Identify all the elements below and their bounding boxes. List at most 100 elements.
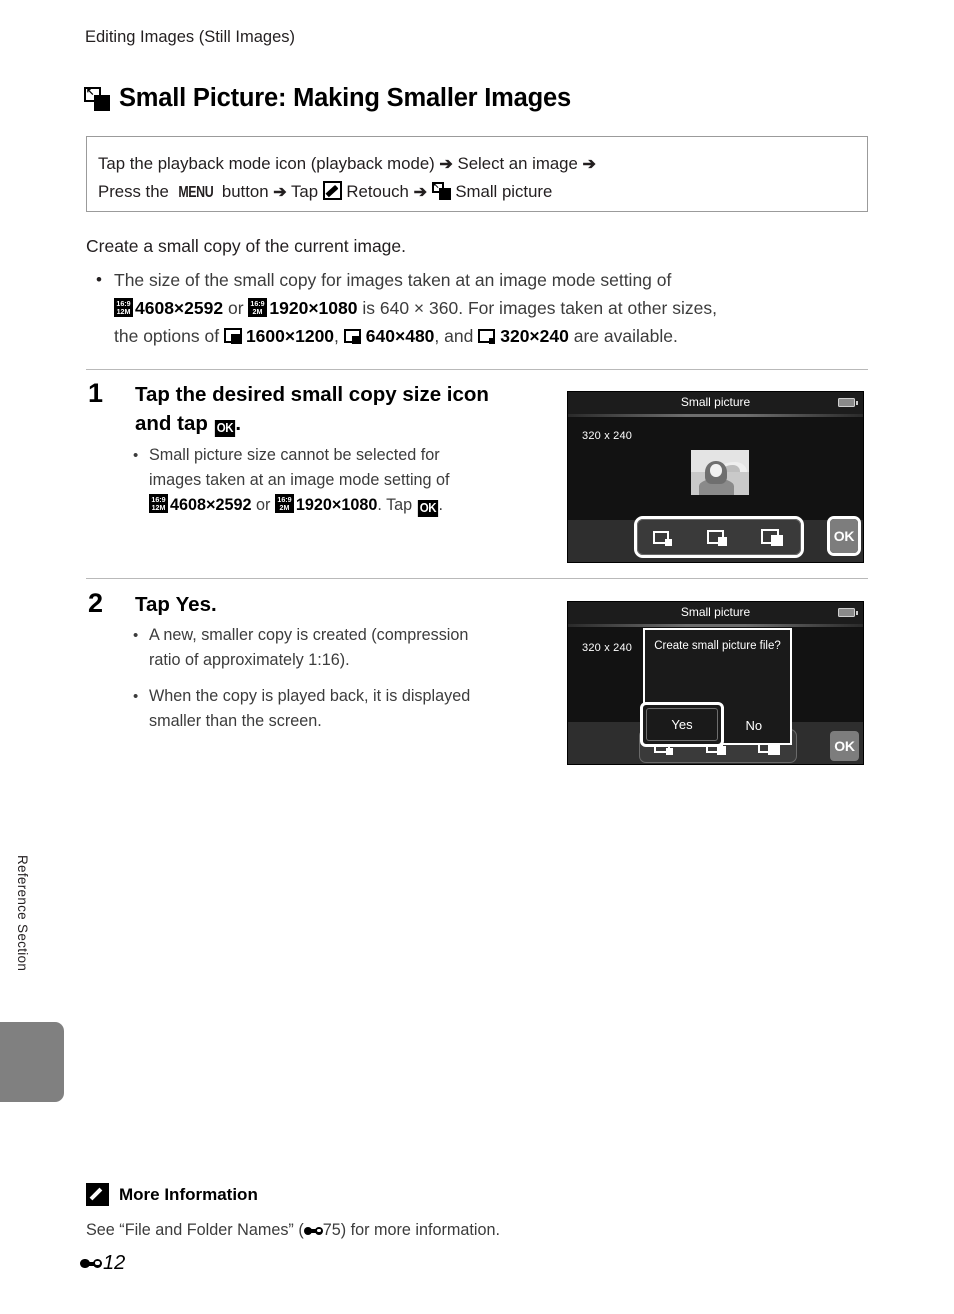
- more-information-text: See “File and Folder Names” ( 75) for mor…: [86, 1221, 500, 1240]
- reference-barbell-icon: [303, 1225, 323, 1236]
- intro-text: or: [227, 298, 244, 318]
- size-large-icon: [223, 327, 245, 345]
- step-heading-text: Tap the desired small copy size icon: [135, 383, 489, 406]
- procedure-text: Tap: [290, 182, 319, 201]
- more-information-text-part: See “File and Folder Names” (: [86, 1221, 304, 1239]
- battery-icon: [838, 398, 858, 407]
- dialog-message: Create small picture file?: [654, 640, 781, 652]
- badge-bottom: 12M: [151, 502, 166, 512]
- procedure-line-1: Tap the playback mode icon (playback mod…: [98, 150, 867, 178]
- camera-screen-size-select: Small picture 320 x 240 OK: [567, 391, 864, 563]
- bullet-dot: •: [133, 688, 139, 705]
- image-mode-badge-2m: 16:9 2M: [274, 494, 294, 513]
- retouch-pencil-icon: [322, 181, 342, 200]
- ok-button[interactable]: OK: [830, 731, 859, 761]
- image-size-value: 1920×1080: [295, 496, 378, 514]
- ok-button-label: OK: [830, 519, 858, 553]
- size-medium-icon: [343, 327, 365, 345]
- bullet-text: images taken at an image mode setting of: [149, 471, 450, 489]
- more-information-heading: More Information: [86, 1183, 258, 1206]
- list-item-body: Small picture size cannot be selected fo…: [149, 443, 450, 518]
- intro-bullet: • The size of the small copy for images …: [96, 266, 876, 350]
- divider: [86, 578, 868, 579]
- bullet-dot: •: [133, 447, 139, 464]
- procedure-text: Small picture: [455, 182, 553, 201]
- procedure-text: Select an image: [457, 154, 578, 173]
- badge-bottom: 2M: [252, 306, 263, 316]
- camera-screen-confirm-dialog: Small picture 320 x 240 OK Create small …: [567, 601, 864, 765]
- more-information-text-part: ) for more information.: [340, 1221, 500, 1239]
- bullet-text: .: [438, 496, 443, 514]
- screen-dimensions-label: 320 x 240: [582, 430, 633, 442]
- size-option-value: 1600×1200: [245, 326, 335, 346]
- bullet-text: Small picture size cannot be selected fo…: [149, 446, 440, 464]
- bullet-text: . Tap: [377, 496, 413, 514]
- intro-text: are available.: [573, 326, 678, 346]
- procedure-text: Retouch: [346, 182, 409, 201]
- size-large-icon[interactable]: [761, 527, 785, 547]
- bullet-text: smaller than the screen.: [149, 712, 322, 730]
- step-number: 1: [88, 378, 104, 408]
- procedure-text: button: [221, 182, 269, 201]
- procedure-text: Press the: [98, 182, 169, 201]
- reference-page-number: 75: [322, 1221, 341, 1239]
- intro-bullet-body: The size of the small copy for images ta…: [114, 266, 717, 350]
- size-option-value: 320×240: [500, 326, 569, 346]
- image-mode-badge-12m: 16:9 12M: [149, 494, 168, 513]
- running-head: Editing Images (Still Images): [85, 28, 295, 46]
- image-size-value: 4608×2592: [170, 496, 252, 514]
- ok-button[interactable]: OK: [827, 516, 861, 556]
- size-option-bar[interactable]: [634, 516, 804, 558]
- pencil-icon: [86, 1183, 109, 1206]
- intro-lead: Create a small copy of the current image…: [86, 236, 407, 256]
- procedure-box: Tap the playback mode icon (playback mod…: [86, 136, 868, 212]
- screen-title: Small picture: [680, 395, 751, 409]
- bullet-text: A new, smaller copy is created (compress…: [149, 626, 469, 644]
- badge-bottom: 12M: [116, 306, 131, 316]
- menu-button-label: MENU: [177, 184, 213, 201]
- image-thumbnail: [691, 450, 749, 495]
- step-heading-text: .: [235, 412, 242, 435]
- intro-text: is 640 × 360. For images taken at other …: [362, 298, 717, 318]
- reference-barbell-icon: [80, 1257, 102, 1270]
- battery-icon: [838, 608, 858, 617]
- step-bullets: • A new, smaller copy is created (compre…: [133, 623, 543, 735]
- arrow-icon: ➔: [582, 156, 596, 173]
- ok-glyph: OK: [417, 500, 438, 517]
- list-item-body: When the copy is played back, it is disp…: [149, 684, 470, 734]
- page-folio: 12: [80, 1252, 125, 1275]
- bullet-text: ratio of approximately 1:16).: [149, 651, 350, 669]
- bullet-dot: •: [96, 270, 102, 289]
- small-picture-icon: ↖: [431, 182, 451, 200]
- list-item: • When the copy is played back, it is di…: [133, 684, 543, 734]
- screen-separator: [568, 624, 863, 627]
- step-bullets: • Small picture size cannot be selected …: [133, 443, 533, 519]
- bullet-text: When the copy is played back, it is disp…: [149, 687, 471, 705]
- bullet-dot: •: [133, 627, 139, 644]
- procedure-text: Tap the playback mode icon (playback mod…: [98, 154, 435, 173]
- arrow-icon: ➔: [413, 184, 427, 201]
- screen-title: Small picture: [680, 605, 751, 619]
- page-title-label: Small Picture: Making Smaller Images: [119, 84, 571, 112]
- image-mode-badge-12m: 16:9 12M: [114, 298, 133, 317]
- ok-glyph: OK: [214, 420, 235, 437]
- ok-button-label: OK: [830, 731, 859, 761]
- dialog-yes-button[interactable]: Yes: [640, 702, 724, 747]
- list-item: • Small picture size cannot be selected …: [133, 443, 533, 518]
- dialog-no-button[interactable]: No: [718, 707, 791, 743]
- size-small-icon[interactable]: [653, 527, 677, 547]
- page-number: 12: [103, 1252, 126, 1274]
- badge-bottom: 2M: [279, 502, 290, 512]
- small-picture-icon: ↖: [84, 86, 110, 111]
- more-information-title: More Information: [119, 1184, 258, 1204]
- list-item-body: A new, smaller copy is created (compress…: [149, 623, 468, 673]
- screen-separator: [568, 414, 863, 417]
- size-medium-icon[interactable]: [707, 527, 731, 547]
- arrow-icon: ➔: [439, 156, 453, 173]
- step-heading-emphasis: Yes: [175, 593, 211, 616]
- image-size-value: 4608×2592: [135, 298, 224, 318]
- step-heading-text: .: [211, 593, 217, 616]
- side-tab-marker: [0, 1022, 64, 1102]
- confirm-dialog: Create small picture file? No Yes: [640, 628, 792, 747]
- step-heading-text: and tap: [135, 412, 208, 435]
